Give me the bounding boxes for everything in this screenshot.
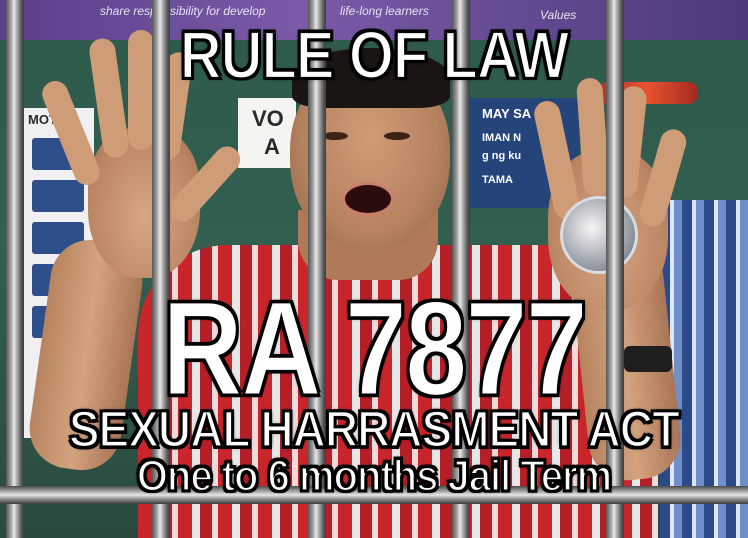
open-mouth <box>342 182 394 216</box>
right-eye <box>384 132 410 140</box>
law-name-caption: SEXUAL HARRASMENT ACT <box>68 399 681 458</box>
banner-text-mid: life-long learners <box>340 4 429 18</box>
poster-tile <box>32 180 84 212</box>
headline-caption: RULE OF LAW <box>179 17 571 94</box>
vote-sign: VO A <box>238 98 296 168</box>
meme-image: share responsibility for develop life-lo… <box>0 0 748 538</box>
banner-text-left: share responsibility for develop <box>100 4 266 18</box>
penalty-caption: One to 6 months Jail Term <box>136 451 613 502</box>
coin <box>560 196 638 274</box>
